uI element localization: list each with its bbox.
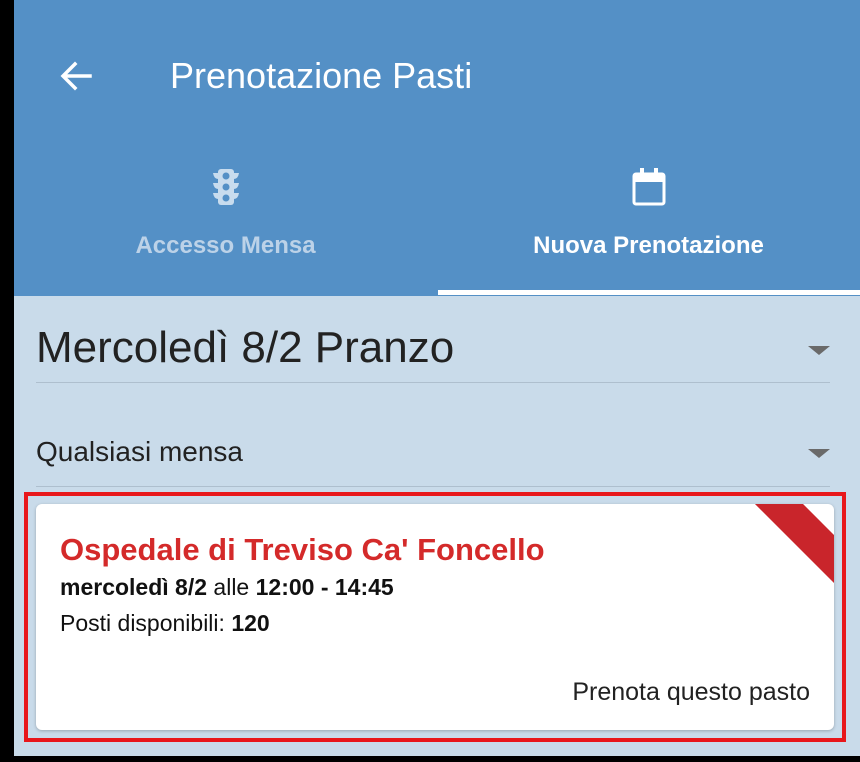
corner-ribbon xyxy=(743,504,834,634)
app-bar: Prenotazione Pasti Accesso Mensa Nuova P… xyxy=(14,0,860,296)
seats-label: Posti disponibili: xyxy=(60,610,225,636)
seats-value: 120 xyxy=(231,610,270,636)
canteen-select[interactable]: Qualsiasi mensa xyxy=(36,426,830,487)
calendar-icon xyxy=(632,168,665,206)
dropdown-arrow-icon xyxy=(808,449,830,458)
dropdown-arrow-icon xyxy=(808,346,830,355)
canteen-select-value: Qualsiasi mensa xyxy=(36,436,243,467)
arrow-left-icon xyxy=(60,61,92,91)
app-screen: Prenotazione Pasti Accesso Mensa Nuova P… xyxy=(14,0,860,756)
meal-select[interactable]: Mercoledì 8/2 Pranzo xyxy=(36,318,830,383)
active-tab-indicator xyxy=(438,290,860,295)
tab-accesso-mensa[interactable]: Accesso Mensa xyxy=(14,150,437,296)
meal-day: mercoledì 8/2 xyxy=(60,574,208,600)
meal-time-range: 12:00 - 14:45 xyxy=(255,574,394,600)
seats-line: Posti disponibili: 120 xyxy=(60,610,270,637)
schedule-line: mercoledì 8/2 alle 12:00 - 14:45 xyxy=(60,574,394,601)
book-meal-button[interactable]: Prenota questo pasto xyxy=(572,678,810,707)
meal-card[interactable]: Ospedale di Treviso Ca' Foncello mercole… xyxy=(36,504,834,730)
location-name: Ospedale di Treviso Ca' Foncello xyxy=(60,532,545,567)
meal-select-value: Mercoledì 8/2 Pranzo xyxy=(36,323,455,372)
time-connector: alle xyxy=(213,574,250,600)
tab-label: Nuova Prenotazione xyxy=(533,232,764,259)
back-button[interactable] xyxy=(54,54,98,98)
page-title: Prenotazione Pasti xyxy=(170,55,473,96)
tab-label: Accesso Mensa xyxy=(135,232,316,259)
tab-nuova-prenotazione[interactable]: Nuova Prenotazione xyxy=(437,150,860,296)
traffic-light-icon xyxy=(212,169,239,205)
